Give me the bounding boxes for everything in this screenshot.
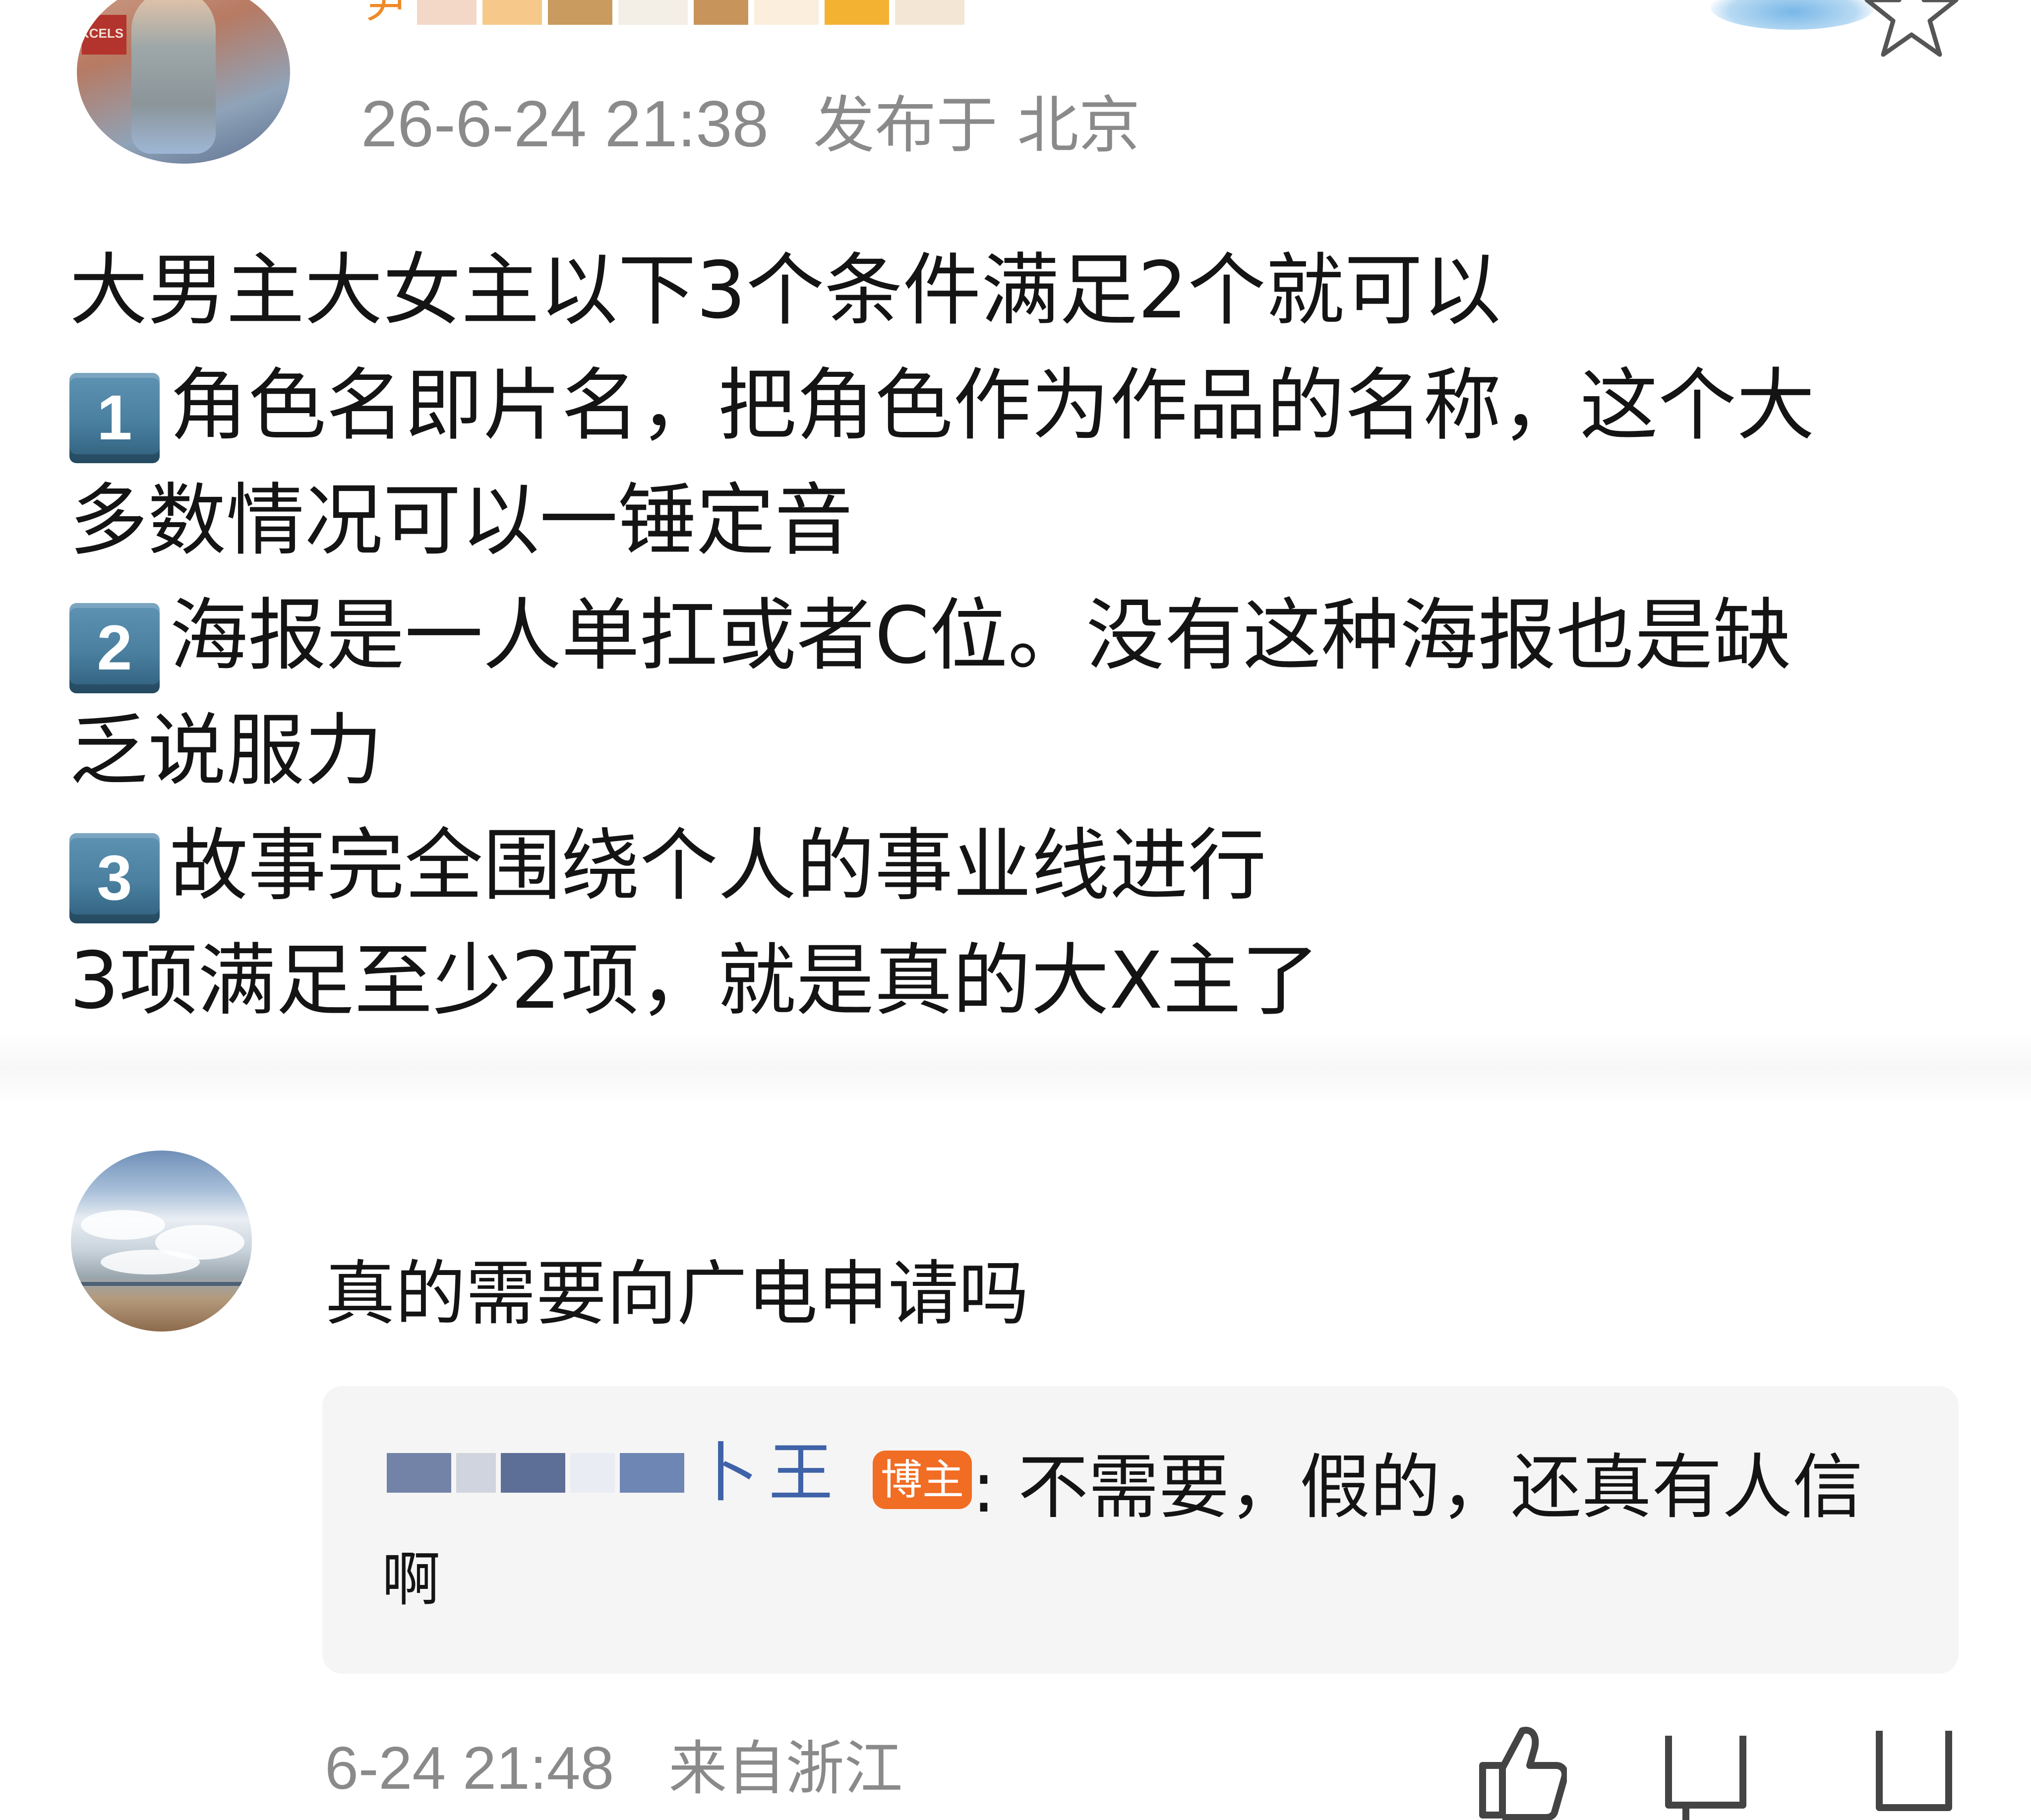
post-line: 大男主大女主以下3个条件满足2个就可以	[69, 233, 1978, 348]
comment-icon[interactable]	[1656, 1721, 1755, 1820]
post-line-text: 乏说服力	[69, 705, 383, 796]
section-divider	[0, 1031, 2031, 1106]
keycap-two-icon: 2	[69, 603, 160, 693]
keycap-three-icon: 3	[69, 833, 160, 923]
post-line-text: 角色名即片名，把角色作为作品的名称，这个大	[170, 360, 1815, 451]
commenter-avatar[interactable]	[71, 1151, 252, 1332]
post-line-text: 海报是一人单扛或者C位。没有这种海报也是缺	[170, 590, 1792, 681]
reply-author-blur	[501, 1453, 565, 1493]
post-line: 多数情况可以一锤定音	[69, 463, 1978, 578]
post-line-text: 多数情况可以一锤定音	[69, 475, 853, 566]
reply-text-continuation: 啊	[382, 1545, 441, 1614]
avatar-sign-text: KCELS	[80, 26, 124, 41]
reply-text: : 不需要，假的，还真有人信	[972, 1447, 1863, 1528]
reply-author-blur	[570, 1453, 615, 1493]
post-line: 乏说服力	[69, 693, 1978, 808]
reply-author[interactable]: 卜 王	[387, 1441, 838, 1505]
comment-meta: 6-24 21:48 来自浙江	[325, 1731, 902, 1806]
avatar-horizon	[71, 1282, 252, 1286]
avatar-cloud	[101, 1250, 200, 1274]
post-timestamp: 26-6-24 21:38	[361, 87, 769, 160]
reply-author-visible-glyph: 王	[769, 1435, 834, 1511]
post-location: 发布于 北京	[813, 90, 1140, 161]
author-name-blur	[754, 0, 819, 25]
star-icon[interactable]	[1864, 0, 1959, 64]
reply-box[interactable]: 卜 王 博主 : 不需要，假的，还真有人信 啊	[322, 1386, 1959, 1674]
author-name[interactable]: 尹	[364, 0, 970, 30]
comment-text: 真的需要向广电申请吗	[325, 1253, 1029, 1335]
avatar-cloud	[81, 1210, 165, 1240]
decorative-badge	[1711, 0, 1874, 30]
post-line-text: 大男主大女主以下3个条件满足2个就可以	[69, 245, 1501, 336]
post-line: 3项满足至少2项，就是真的大X主了	[69, 923, 1978, 1038]
comment-location: 来自浙江	[668, 1734, 903, 1803]
blogger-badge: 博主	[873, 1451, 972, 1509]
reply-author-visible-glyph: 卜	[694, 1435, 759, 1511]
post-meta: 26-6-24 21:38 发布于 北京	[361, 84, 1140, 165]
avatar-figure	[131, 0, 216, 154]
comment-timestamp: 6-24 21:48	[325, 1734, 614, 1802]
post-body: 大男主大女主以下3个条件满足2个就可以 1 角色名即片名，把角色作为作品的名称，这…	[69, 233, 1978, 1038]
author-avatar[interactable]: KCELS	[77, 0, 290, 164]
author-name-blur	[895, 0, 965, 25]
author-name-blur	[694, 0, 749, 25]
share-icon[interactable]	[1864, 1721, 1964, 1820]
post-line: 3 故事完全围绕个人的事业线进行	[69, 808, 1978, 923]
post-line: 1 角色名即片名，把角色作为作品的名称，这个大	[69, 348, 1978, 463]
reply-author-blur	[620, 1453, 684, 1493]
author-name-visible-glyph: 尹	[364, 0, 409, 27]
author-name-blur	[417, 0, 477, 25]
reply-author-blur	[456, 1453, 496, 1493]
keycap-one-icon: 1	[69, 373, 160, 463]
post-line-text: 3项满足至少2项，就是真的大X主了	[69, 935, 1320, 1027]
reply-author-blur	[387, 1453, 451, 1493]
author-name-blur	[482, 0, 542, 25]
post-line-text: 故事完全围绕个人的事业线进行	[170, 820, 1266, 911]
author-name-blur	[618, 0, 688, 25]
thumbs-up-icon[interactable]	[1468, 1721, 1567, 1820]
post-line: 2 海报是一人单扛或者C位。没有这种海报也是缺	[69, 578, 1978, 693]
author-name-blur	[825, 0, 890, 25]
author-name-blur	[548, 0, 613, 25]
